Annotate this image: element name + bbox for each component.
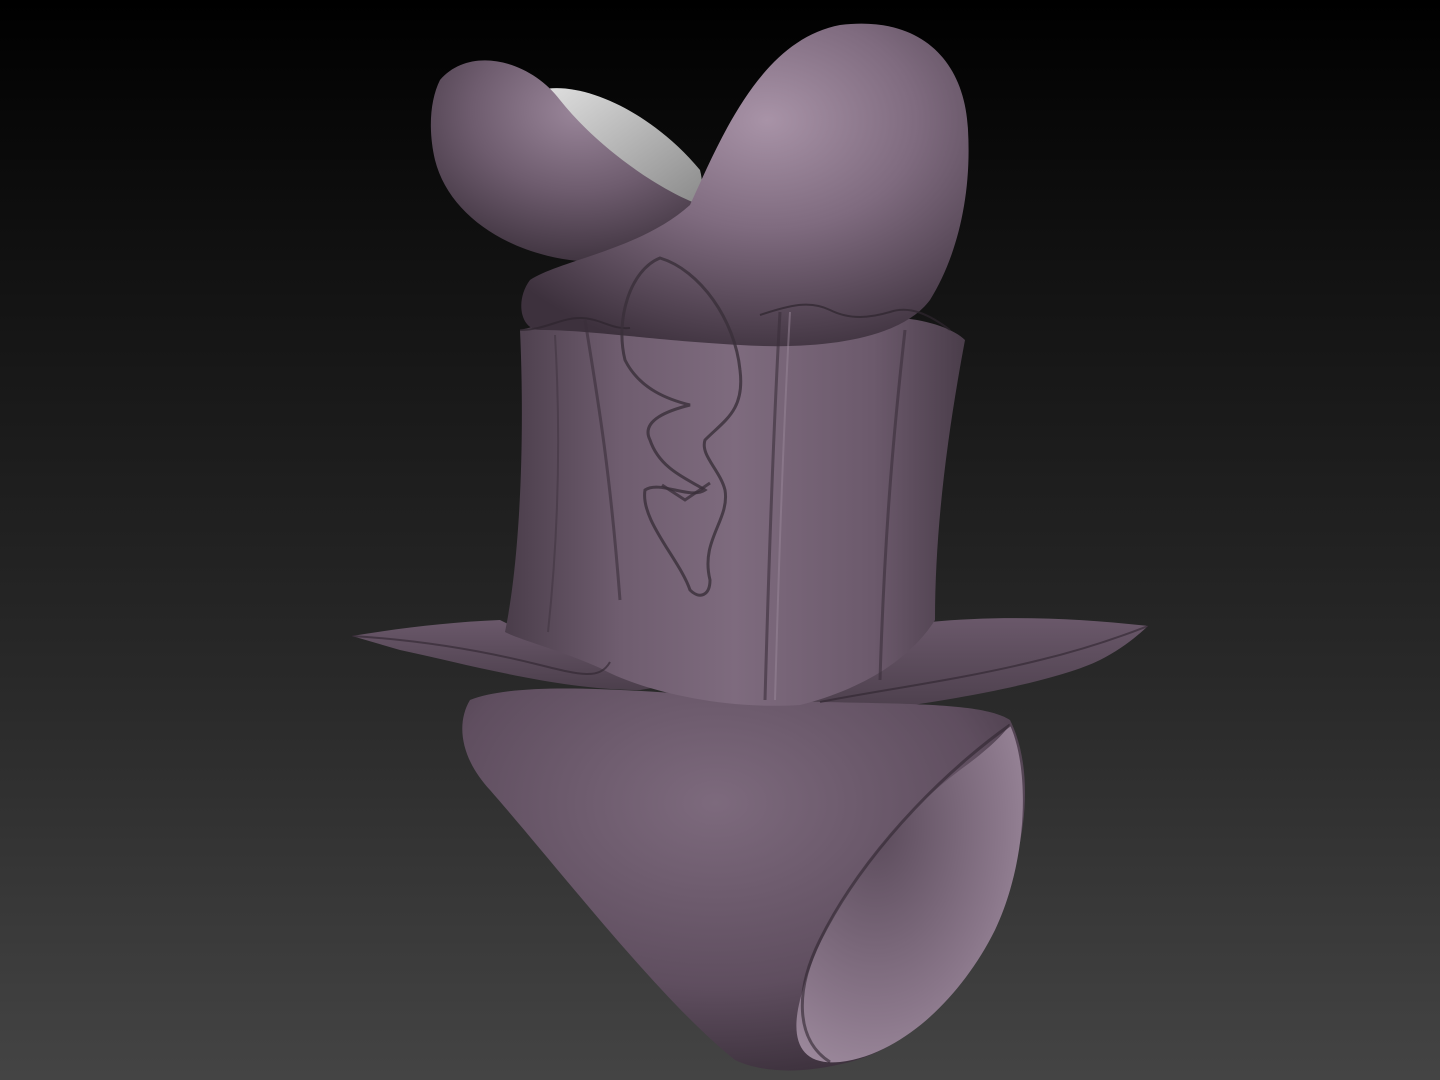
- corset-torso: [505, 317, 965, 706]
- sculpt-render: [351, 23, 1149, 1071]
- 3d-viewport[interactable]: [0, 0, 1440, 1080]
